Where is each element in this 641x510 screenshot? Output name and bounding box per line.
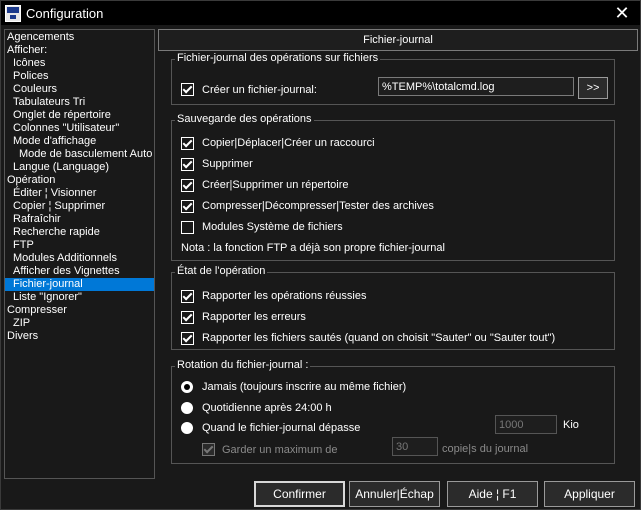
log-archives-label: Compresser|Décompresser|Tester des archi… bbox=[202, 200, 434, 212]
log-create-delete-dir-label: Créer|Supprimer un répertoire bbox=[202, 179, 349, 191]
settings-tree[interactable]: Agencements Afficher: Icônes Polices Cou… bbox=[4, 29, 155, 479]
report-errors-label: Rapporter les erreurs bbox=[202, 311, 306, 323]
cancel-button[interactable]: Annuler|Échap bbox=[349, 481, 440, 507]
help-button[interactable]: Aide ¦ F1 bbox=[447, 481, 538, 507]
operation-status-group: État de l'opération Rapporter les opérat… bbox=[171, 265, 615, 350]
report-errors-checkbox[interactable] bbox=[181, 311, 194, 324]
tree-item-langue[interactable]: Langue (Language) bbox=[13, 161, 109, 174]
report-success-checkbox[interactable] bbox=[181, 290, 194, 303]
tree-item-editer-visionner[interactable]: Éditer ¦ Visionner bbox=[13, 187, 96, 200]
rotation-never-radio[interactable] bbox=[181, 381, 193, 393]
tree-item-zip[interactable]: ZIP bbox=[13, 317, 30, 330]
tree-item-recherche-rapide[interactable]: Recherche rapide bbox=[13, 226, 100, 239]
configuration-window: Configuration ✕ Agencements Afficher: Ic… bbox=[0, 0, 641, 510]
browse-button[interactable]: >> bbox=[578, 77, 608, 99]
tree-item-ftp[interactable]: FTP bbox=[13, 239, 34, 252]
copies-label: copie|s du journal bbox=[442, 443, 529, 455]
tree-item-rafraichir[interactable]: Rafraîchir bbox=[13, 213, 61, 226]
rotation-legend: Rotation du fichier-journal : bbox=[175, 359, 311, 371]
log-archives-checkbox[interactable] bbox=[181, 200, 194, 213]
tree-item-liste-ignorer[interactable]: Liste "Ignorer" bbox=[13, 291, 82, 304]
floppy-disk-app-icon bbox=[5, 5, 21, 22]
tree-item-copier-supprimer[interactable]: Copier ¦ Supprimer bbox=[13, 200, 105, 213]
log-copy-move-checkbox[interactable] bbox=[181, 137, 194, 150]
rotation-group: Rotation du fichier-journal : Jamais (to… bbox=[171, 359, 615, 464]
save-operations-legend: Sauvegarde des opérations bbox=[175, 113, 314, 125]
rotation-size-label: Quand le fichier-journal dépasse bbox=[202, 422, 361, 434]
report-success-label: Rapporter les opérations réussies bbox=[202, 290, 367, 302]
keep-max-label: Garder un maximum de bbox=[222, 444, 338, 456]
log-create-delete-dir-checkbox[interactable] bbox=[181, 179, 194, 192]
tree-item-afficher-vignettes[interactable]: Afficher des Vignettes bbox=[13, 265, 120, 278]
logfile-group: Fichier-journal des opérations sur fichi… bbox=[171, 52, 615, 105]
rotation-daily-label: Quotidienne après 24:00 h bbox=[202, 402, 332, 414]
tree-item-couleurs[interactable]: Couleurs bbox=[13, 83, 57, 96]
apply-button[interactable]: Appliquer bbox=[544, 481, 635, 507]
tree-item-agencements[interactable]: Agencements bbox=[7, 31, 74, 44]
size-limit-input[interactable]: 1000 bbox=[495, 415, 557, 434]
log-fs-plugins-label: Modules Système de fichiers bbox=[202, 221, 343, 233]
operation-status-legend: État de l'opération bbox=[175, 265, 268, 277]
tree-item-polices[interactable]: Polices bbox=[13, 70, 48, 83]
title-bar: Configuration ✕ bbox=[1, 1, 640, 25]
logfile-path-input[interactable]: %TEMP%\totalcmd.log bbox=[378, 77, 574, 96]
report-skipped-label: Rapporter les fichiers sautés (quand on … bbox=[202, 332, 556, 344]
create-logfile-checkbox[interactable] bbox=[181, 83, 194, 96]
tree-item-afficher[interactable]: Afficher: bbox=[7, 44, 47, 57]
tree-item-mode-basculement-auto[interactable]: Mode de basculement Auto bbox=[19, 148, 152, 161]
tree-item-divers[interactable]: Divers bbox=[7, 330, 38, 343]
window-title: Configuration bbox=[26, 6, 104, 21]
tree-item-fichier-journal[interactable]: Fichier-journal bbox=[5, 278, 154, 291]
tree-item-onglet-repertoire[interactable]: Onglet de répertoire bbox=[13, 109, 111, 122]
rotation-never-label: Jamais (toujours inscrire au même fichie… bbox=[202, 381, 407, 393]
tree-item-compresser[interactable]: Compresser bbox=[7, 304, 67, 317]
logfile-group-legend: Fichier-journal des opérations sur fichi… bbox=[175, 52, 381, 64]
tree-item-colonnes-utilisateur[interactable]: Colonnes "Utilisateur" bbox=[13, 122, 119, 135]
tree-item-mode-affichage[interactable]: Mode d'affichage bbox=[13, 135, 96, 148]
log-delete-label: Supprimer bbox=[202, 158, 253, 170]
save-operations-group: Sauvegarde des opérations Copier|Déplace… bbox=[171, 113, 615, 261]
copies-count-input[interactable]: 30 bbox=[392, 437, 438, 456]
log-fs-plugins-checkbox[interactable] bbox=[181, 221, 194, 234]
rotation-size-radio[interactable] bbox=[181, 422, 193, 434]
page-title: Fichier-journal bbox=[158, 29, 638, 51]
log-copy-move-label: Copier|Déplacer|Créer un raccourci bbox=[202, 137, 375, 149]
confirm-button[interactable]: Confirmer bbox=[254, 481, 345, 507]
log-delete-checkbox[interactable] bbox=[181, 158, 194, 171]
tree-item-operation[interactable]: Opération bbox=[7, 174, 55, 187]
ftp-note: Nota : la fonction FTP a déjà son propre… bbox=[181, 242, 445, 254]
size-unit-label: Kio bbox=[563, 419, 579, 431]
rotation-daily-radio[interactable] bbox=[181, 402, 193, 414]
create-logfile-label: Créer un fichier-journal: bbox=[202, 84, 317, 96]
report-skipped-checkbox[interactable] bbox=[181, 332, 194, 345]
tree-item-modules-additionnels[interactable]: Modules Additionnels bbox=[13, 252, 117, 265]
keep-max-checkbox[interactable] bbox=[202, 443, 215, 456]
tree-item-tabulateurs-tri[interactable]: Tabulateurs Tri bbox=[13, 96, 85, 109]
close-icon[interactable]: ✕ bbox=[605, 2, 639, 24]
tree-item-icones[interactable]: Icônes bbox=[13, 57, 45, 70]
